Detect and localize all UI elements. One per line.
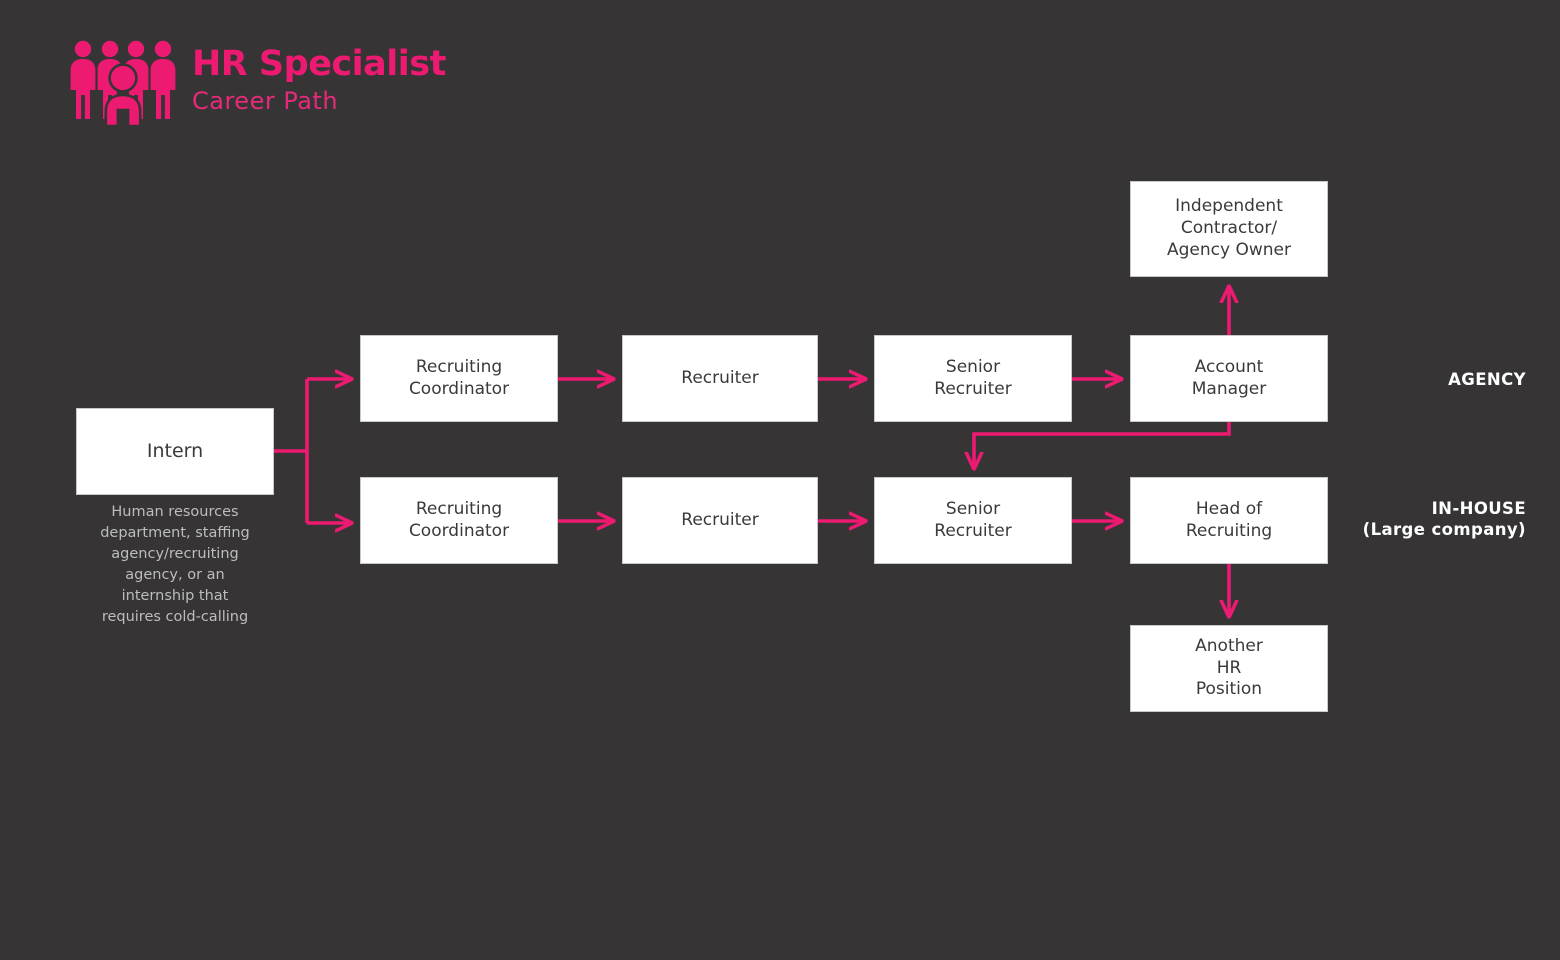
brand-header: HR Specialist Career Path (68, 38, 446, 126)
page-subtitle: Career Path (192, 87, 339, 115)
node-agency-recruiter[interactable]: Recruiter (622, 335, 818, 422)
node-agency-senior-recruiter[interactable]: Senior Recruiter (874, 335, 1072, 422)
page-title: HR Specialist (192, 44, 446, 84)
node-inhouse-senior-recruiter[interactable]: Senior Recruiter (874, 477, 1072, 564)
group-of-people-icon (70, 40, 176, 126)
intern-caption: Human resources department, staffing age… (100, 504, 250, 626)
node-inhouse-recruiting-coordinator[interactable]: Recruiting Coordinator (360, 477, 558, 564)
node-agency-recruiting-coordinator[interactable]: Recruiting Coordinator (360, 335, 558, 422)
track-label-in-house: IN-HOUSE (Large company) (1362, 499, 1526, 540)
node-account-manager[interactable]: Account Manager (1130, 335, 1328, 422)
node-independent-contractor[interactable]: Independent Contractor/ Agency Owner (1130, 181, 1328, 277)
node-inhouse-recruiter[interactable]: Recruiter (622, 477, 818, 564)
brand-title-block: HR Specialist Career Path (192, 47, 446, 117)
node-another-hr-position[interactable]: Another HR Position (1130, 625, 1328, 712)
diagram-canvas: HR Specialist Career Path Intern Human r… (0, 0, 1560, 960)
edge-account-manager-to-inhouse-senior-recruiter (974, 422, 1231, 469)
node-intern[interactable]: Intern (76, 408, 274, 495)
node-head-of-recruiting[interactable]: Head of Recruiting (1130, 477, 1328, 564)
track-label-agency: AGENCY (1448, 370, 1526, 389)
